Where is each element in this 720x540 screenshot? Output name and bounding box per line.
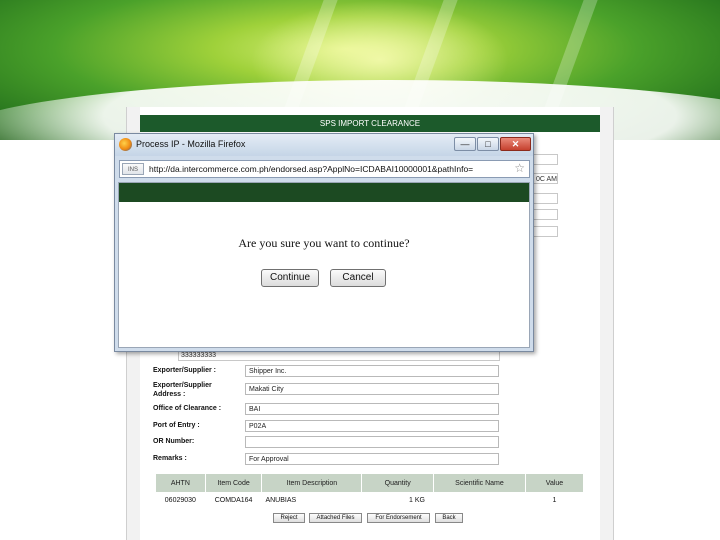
- exporter-address-label: Exporter/Supplier Address :: [153, 382, 212, 398]
- address-bar[interactable]: INS http://da.intercommerce.com.ph/endor…: [119, 160, 530, 178]
- exporter-supplier-label: Exporter/Supplier :: [153, 367, 217, 374]
- remarks-label: Remarks :: [153, 455, 187, 462]
- table-cell: 1 KG: [361, 492, 434, 508]
- time-field[interactable]: 0C AM: [533, 173, 558, 184]
- office-of-clearance-label: Office of Clearance :: [153, 405, 222, 412]
- table-cell: [432, 492, 527, 508]
- column-header: Quantity: [361, 473, 434, 493]
- site-identity-icon[interactable]: INS: [122, 163, 144, 175]
- minimize-button[interactable]: —: [454, 137, 476, 151]
- column-header: AHTN: [155, 473, 206, 493]
- port-of-entry-label: Port of Entry :: [153, 422, 200, 429]
- page-title: SPS IMPORT CLEARANCE: [140, 115, 600, 132]
- continue-button[interactable]: Continue: [261, 269, 319, 287]
- column-header: Item Description: [261, 473, 363, 493]
- popup-titlebar[interactable]: Process IP - Mozilla Firefox — □ ✕: [115, 134, 533, 156]
- exporter-address-field[interactable]: Makati City: [245, 383, 499, 395]
- cancel-button[interactable]: Cancel: [330, 269, 386, 287]
- table-row: 06029030 COMDA164 ANUBIAS 1 KG 1: [155, 492, 584, 508]
- column-header: Value: [525, 473, 584, 493]
- or-number-field[interactable]: [245, 436, 499, 448]
- attached-files-button[interactable]: Attached Files: [309, 513, 362, 523]
- hidden-field[interactable]: [533, 193, 558, 204]
- hidden-field[interactable]: [533, 154, 558, 165]
- column-header: Item Code: [204, 473, 263, 493]
- port-of-entry-field[interactable]: P02A: [245, 420, 499, 432]
- popup-header-bar: [119, 183, 529, 202]
- table-cell: COMDA164: [204, 492, 263, 508]
- maximize-button[interactable]: □: [477, 137, 499, 151]
- table-header-row: AHTN Item Code Item Description Quantity…: [155, 473, 584, 493]
- for-endorsement-button[interactable]: For Endorsement: [367, 513, 430, 523]
- hidden-field[interactable]: [533, 209, 558, 220]
- reject-button[interactable]: Reject: [273, 513, 305, 523]
- exporter-supplier-field[interactable]: Shipper Inc.: [245, 365, 499, 377]
- items-table: AHTN Item Code Item Description Quantity…: [155, 473, 584, 508]
- or-number-label: OR Number:: [153, 438, 195, 445]
- process-ip-popup-window: Process IP - Mozilla Firefox — □ ✕ INS h…: [114, 133, 534, 352]
- table-cell: 1: [525, 492, 584, 508]
- remarks-field[interactable]: For Approval: [245, 453, 499, 465]
- firefox-icon: [119, 138, 132, 151]
- popup-content: Are you sure you want to continue? Conti…: [118, 182, 530, 348]
- hidden-field[interactable]: [533, 226, 558, 237]
- column-header: Scientific Name: [432, 473, 527, 493]
- table-cell: ANUBIAS: [261, 492, 363, 508]
- back-button[interactable]: Back: [435, 513, 463, 523]
- close-button[interactable]: ✕: [500, 137, 531, 151]
- confirmation-question: Are you sure you want to continue?: [238, 236, 410, 250]
- url-text: http://da.intercommerce.com.ph/endorsed.…: [149, 164, 474, 174]
- bookmark-star-icon[interactable]: ☆: [514, 161, 525, 175]
- popup-window-title: Process IP - Mozilla Firefox: [136, 139, 246, 149]
- office-of-clearance-field[interactable]: BAI: [245, 403, 499, 415]
- table-cell: 06029030: [155, 492, 206, 508]
